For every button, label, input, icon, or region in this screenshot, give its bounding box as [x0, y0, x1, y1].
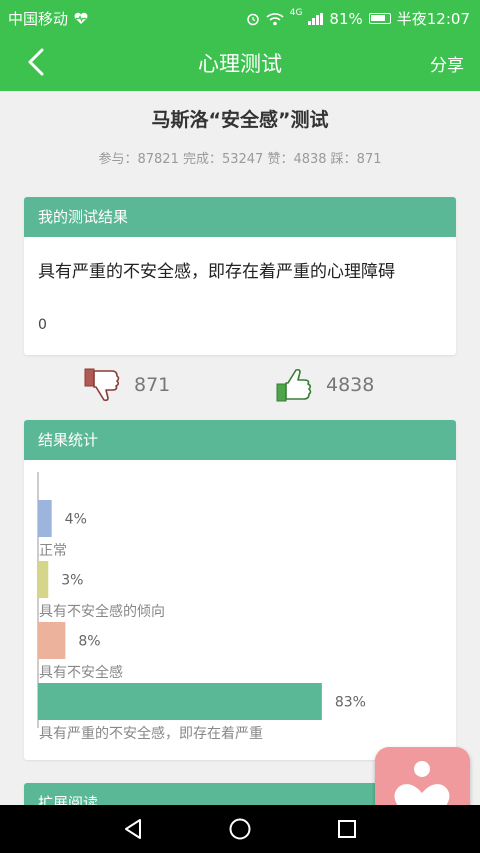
- battery-icon: [368, 13, 391, 24]
- signal-icon: [308, 12, 324, 25]
- nav-back-icon[interactable]: [122, 817, 144, 841]
- chart-category-label: 具有不安全感: [39, 664, 123, 681]
- wifi-icon: [266, 12, 284, 25]
- statistics-card: 结果统计 4% 正常 3% 具有不安全感的倾向 8% 具有不安全感 83% 具有严重的不安全感…: [24, 420, 456, 760]
- like-button[interactable]: 4838: [274, 367, 374, 403]
- like-count: 4838: [326, 374, 375, 396]
- nav-recents-icon[interactable]: [336, 817, 358, 841]
- result-text: 具有严重的不安全感，即存在着严重的心理障碍: [38, 262, 395, 282]
- clock: 半夜12:07: [396, 10, 470, 28]
- status-bar: 中国移动 4G 81% 半夜12:07: [0, 0, 480, 34]
- vote-row: 871 4838: [0, 367, 480, 407]
- chart-value-label: 8%: [78, 634, 100, 650]
- heart-pulse-icon: [74, 12, 88, 24]
- thumbs-down-icon: [84, 368, 120, 402]
- chart-value-label: 3%: [61, 573, 83, 589]
- carrier-label: 中国移动: [8, 8, 89, 29]
- dislike-count: 871: [134, 374, 171, 396]
- thumbs-up-icon: [276, 368, 312, 402]
- chart-bar: [38, 683, 322, 720]
- main-content[interactable]: 马斯洛“安全感”测试 参与：87821 完成：53247 赞：4838 踩：87…: [0, 91, 480, 805]
- chart-category-label: 具有严重的不安全感，即存在着严重: [39, 725, 263, 742]
- result-card-header: 我的测试结果: [24, 197, 456, 237]
- chart-bar: [38, 622, 66, 659]
- share-button[interactable]: 分享: [430, 51, 464, 76]
- alarm-icon: [246, 13, 259, 25]
- chart-bar: [38, 500, 52, 537]
- result-card: 我的测试结果 具有严重的不安全感，即存在着严重的心理障碍 0: [24, 197, 456, 355]
- chart-value-label: 83%: [335, 695, 366, 711]
- status-icons: 4G 81% 半夜12:07: [246, 8, 470, 29]
- chart-category-label: 具有不安全感的倾向: [39, 603, 165, 620]
- statistics-card-header: 结果统计: [24, 420, 456, 460]
- system-nav-bar: [0, 805, 480, 853]
- result-bar-chart: 4% 正常 3% 具有不安全感的倾向 8% 具有不安全感 83% 具有严重的不安全感，即存在着…: [37, 472, 366, 742]
- dislike-button[interactable]: 871: [82, 367, 170, 403]
- test-stats: 参与：87821 完成：53247 赞：4838 踩：871: [98, 152, 382, 167]
- test-title: 马斯洛“安全感”测试: [151, 109, 329, 131]
- carrier-text: 中国移动: [8, 10, 69, 28]
- chart-category-label: 正常: [39, 543, 67, 559]
- chart-bar: [38, 561, 49, 598]
- nav-home-icon[interactable]: [228, 817, 252, 841]
- network-tag: 4G: [289, 8, 303, 18]
- page-title: 心理测试: [198, 52, 282, 76]
- result-score: 0: [38, 317, 47, 333]
- app-bar: 心理测试 分享: [0, 34, 480, 91]
- chart-value-label: 4%: [65, 512, 87, 528]
- battery-percent: 81%: [329, 9, 363, 28]
